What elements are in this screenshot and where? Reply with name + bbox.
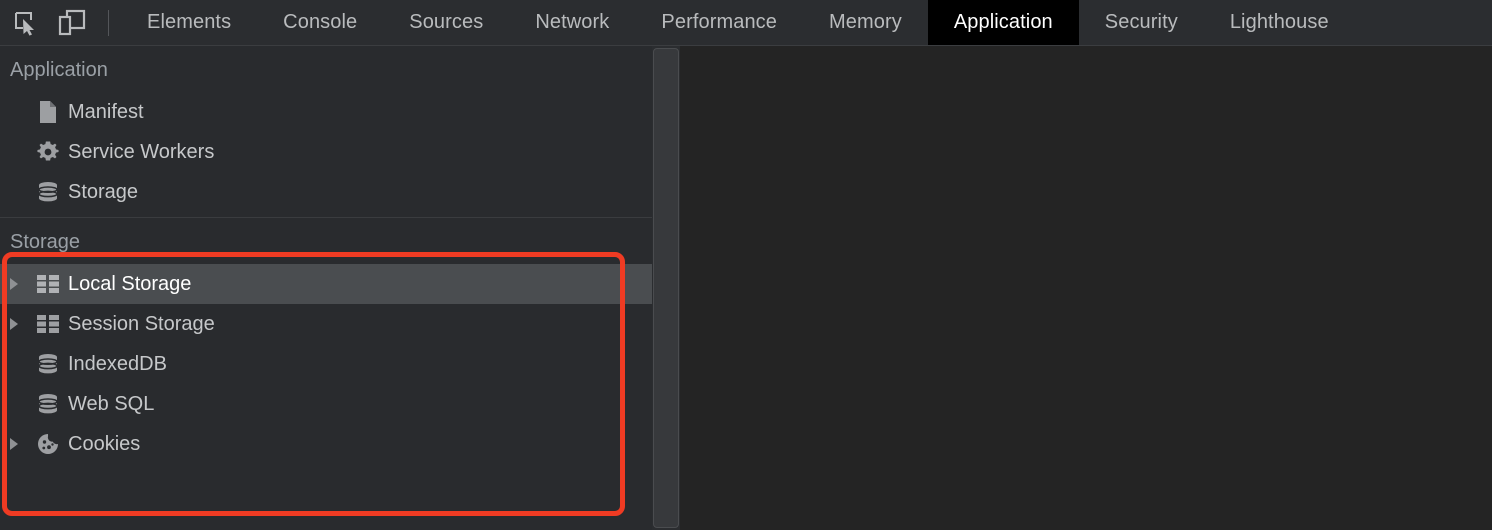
tab-performance[interactable]: Performance: [635, 0, 803, 45]
sidebar-item-label: Local Storage: [68, 272, 192, 295]
sidebar-item-storage[interactable]: Storage: [0, 172, 652, 212]
sidebar-item-local-storage[interactable]: Local Storage: [0, 264, 652, 304]
sidebar-item-label: Storage: [68, 180, 139, 203]
table-icon: [32, 312, 64, 336]
database-icon: [32, 352, 64, 376]
tab-security[interactable]: Security: [1079, 0, 1204, 45]
gear-icon: [32, 140, 64, 164]
device-toolbar-icon[interactable]: [54, 5, 90, 41]
sidebar-item-indexeddb[interactable]: IndexedDB: [0, 344, 652, 384]
toolbar-icon-group: [0, 0, 121, 45]
database-icon: [32, 392, 64, 416]
table-icon: [32, 272, 64, 296]
tab-application[interactable]: Application: [927, 0, 1079, 45]
sidebar-item-manifest[interactable]: Manifest: [0, 92, 652, 132]
inspect-element-icon[interactable]: [8, 5, 44, 41]
storage-section-title: Storage: [10, 231, 81, 253]
tab-memory[interactable]: Memory: [803, 0, 928, 45]
sidebar-item-label: Web SQL: [68, 392, 155, 415]
chevron-right-icon[interactable]: [10, 318, 32, 330]
chevron-right-icon[interactable]: [10, 278, 32, 290]
sidebar-item-cookies[interactable]: Cookies: [0, 424, 652, 464]
application-content-panel: [680, 46, 1492, 530]
sidebar-item-label: Manifest: [68, 100, 144, 123]
sidebar-item-label: Service Workers: [68, 140, 215, 163]
tab-network[interactable]: Network: [509, 0, 635, 45]
sidebar-item-label: Cookies: [68, 432, 141, 455]
tab-elements[interactable]: Elements: [121, 0, 257, 45]
toolbar-divider: [108, 9, 109, 36]
chevron-right-icon[interactable]: [10, 438, 32, 450]
sidebar-item-label: Session Storage: [68, 312, 215, 335]
storage-section: Storage Local Storage Session Storage In…: [0, 218, 652, 464]
application-section: Application Manifest Service Workers Sto…: [0, 46, 652, 218]
tab-sources[interactable]: Sources: [383, 0, 509, 45]
sidebar-scrollbar-thumb[interactable]: [653, 48, 679, 528]
panel-tabs: Elements Console Sources Network Perform…: [121, 0, 1355, 45]
application-sidebar: Application Manifest Service Workers Sto…: [0, 46, 652, 530]
sidebar-item-session-storage[interactable]: Session Storage: [0, 304, 652, 344]
devtools-window: Elements Console Sources Network Perform…: [0, 0, 1492, 530]
devtools-tabbar: Elements Console Sources Network Perform…: [0, 0, 1492, 46]
sidebar-item-web-sql[interactable]: Web SQL: [0, 384, 652, 424]
tab-lighthouse[interactable]: Lighthouse: [1204, 0, 1355, 45]
application-section-title: Application: [10, 59, 108, 81]
document-icon: [32, 100, 64, 124]
sidebar-item-service-workers[interactable]: Service Workers: [0, 132, 652, 172]
sidebar-item-label: IndexedDB: [68, 352, 167, 375]
cookie-icon: [32, 432, 64, 456]
tab-console[interactable]: Console: [257, 0, 383, 45]
database-icon: [32, 180, 64, 204]
